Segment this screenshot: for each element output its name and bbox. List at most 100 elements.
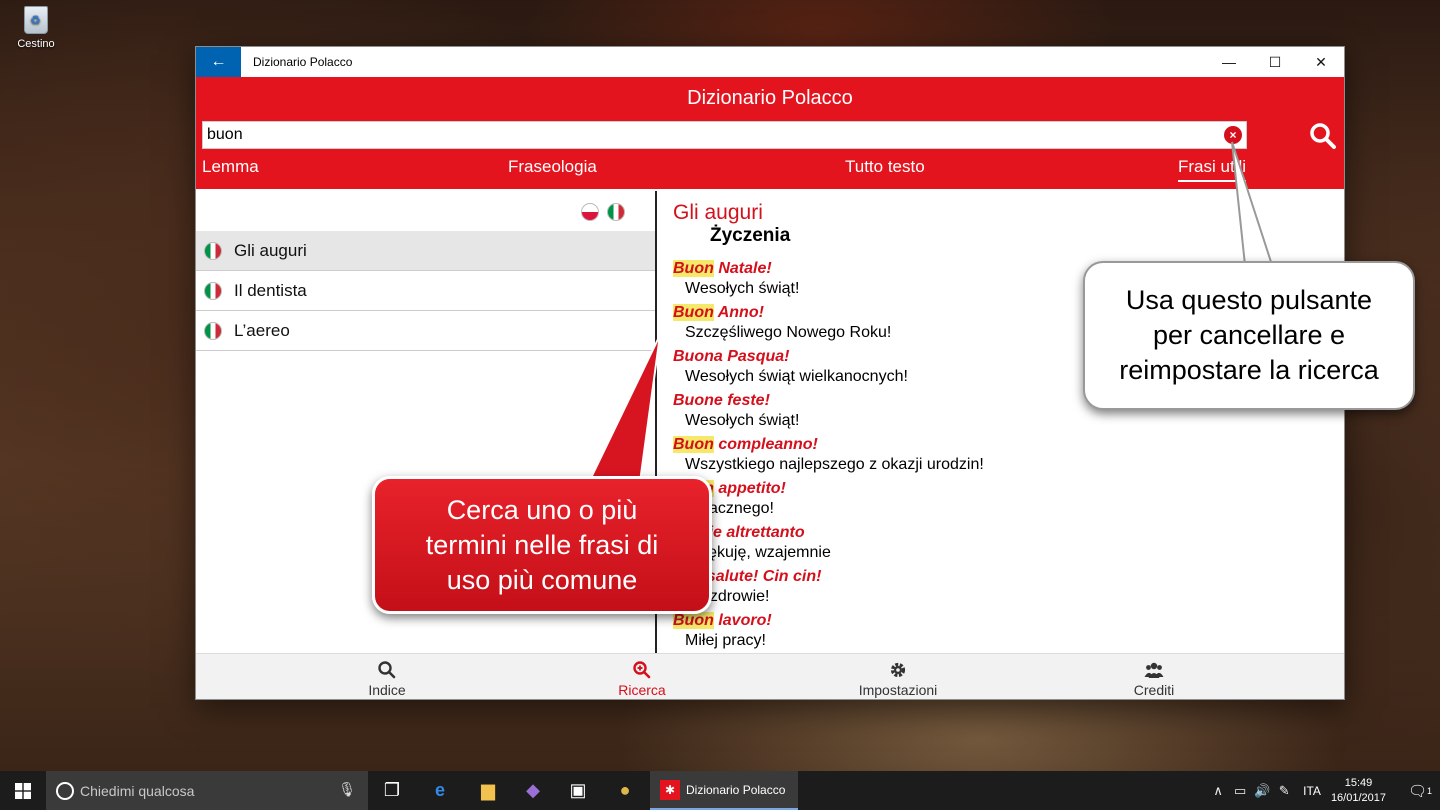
folder-icon: ▆ <box>481 780 495 800</box>
back-button[interactable]: ← <box>196 47 241 77</box>
nav-crediti[interactable]: Crediti <box>1074 654 1234 699</box>
nav-label: Ricerca <box>618 682 666 698</box>
phrase-italian: Alla salute! Cin cin! <box>673 567 1344 587</box>
notification-count: 1 <box>1427 785 1433 796</box>
callout-line: Usa questo pulsante <box>1125 285 1373 315</box>
search-match-highlight: Buon <box>673 612 714 629</box>
tab-fraseologia[interactable]: Fraseologia <box>508 157 597 180</box>
polish-flag-icon[interactable] <box>581 203 599 221</box>
nav-label: Indice <box>368 682 406 698</box>
bottom-navigation: Indice Ricerca Impostazioni Crediti <box>196 653 1344 699</box>
close-button[interactable]: ✕ <box>1298 47 1344 77</box>
phrase-polish: Wesołych świąt! <box>685 412 800 429</box>
tab-tutto-testo[interactable]: Tutto testo <box>845 157 925 180</box>
task-view-icon: ❐ <box>383 780 401 800</box>
callout-line: termini nelle frasi di <box>425 530 659 560</box>
taskbar-app-label: Dizionario Polacco <box>686 782 786 797</box>
taskbar-active-app[interactable]: ✱ Dizionario Polacco <box>650 771 798 810</box>
nav-impostazioni[interactable]: Impostazioni <box>818 654 978 699</box>
phrase-italian-text: appetito! <box>713 480 786 497</box>
phrase-italian-text: lavoro! <box>713 612 772 629</box>
gear-icon <box>890 662 906 678</box>
phrase-italian: Grazie altrettanto <box>673 523 1344 543</box>
callout-line: per cancellare e <box>1152 320 1346 350</box>
search-match-highlight: Buon <box>673 304 714 321</box>
search-icon <box>378 661 396 679</box>
app-header: Dizionario Polacco × Lemma Fraseologia T… <box>196 77 1344 189</box>
arrow-left-icon: ← <box>210 53 227 70</box>
phrase-italian-text: Natale! <box>713 260 772 277</box>
callout-line: Cerca uno o più <box>446 495 638 525</box>
phrase-italian: Buon lavoro! <box>673 611 1344 631</box>
list-item[interactable]: Il dentista <box>196 271 655 311</box>
italian-flag-icon[interactable] <box>607 203 625 221</box>
store-button[interactable]: ▣ <box>554 771 602 810</box>
file-explorer-button[interactable]: ▆ <box>464 771 512 810</box>
phrase-italian: Buon appetito! <box>673 479 1344 499</box>
visual-studio-icon: ◆ <box>526 780 540 800</box>
search-icon <box>1310 123 1336 149</box>
window-title: Dizionario Polacco <box>253 55 353 69</box>
taskbar: Chiedimi qualcosa 🎙 ❐ e ▆ ◆ ▣ ● ✱ Dizion… <box>0 771 1440 810</box>
tab-frasi-utili[interactable]: Frasi utili <box>1178 157 1247 182</box>
callout-line: reimpostare la ricerca <box>1119 355 1379 385</box>
pinned-app-button[interactable]: ● <box>601 771 649 810</box>
clear-search-button[interactable]: × <box>1224 126 1242 144</box>
phrase-polish: Na zdrowie! <box>685 588 770 605</box>
system-tray: ∧ ▭ 🔊 ✎ ITA 15:49 16/01/2017 🗨 1 <box>1207 771 1440 810</box>
nav-indice[interactable]: Indice <box>307 654 467 699</box>
visual-studio-button[interactable]: ◆ <box>509 771 557 810</box>
list-item-label: L’aereo <box>234 320 290 340</box>
list-item[interactable]: L’aereo <box>196 311 655 351</box>
cortana-placeholder: Chiedimi qualcosa <box>80 782 195 799</box>
people-icon <box>1144 662 1164 678</box>
phrase-italian-text: Buone feste! <box>673 392 770 409</box>
phrase-entry: Buon compleanno! Wszystkiego najlepszego … <box>673 435 1344 475</box>
cortana-search-box[interactable]: Chiedimi qualcosa 🎙 <box>46 771 368 810</box>
italian-flag-icon <box>204 282 222 300</box>
store-icon: ▣ <box>569 780 587 800</box>
clock-date: 16/01/2017 <box>1330 791 1386 804</box>
phrase-entry: Buon appetito!Smacznego! <box>673 479 1344 519</box>
clear-button-callout: Usa questo pulsante per cancellare e rei… <box>1083 261 1415 410</box>
start-button[interactable] <box>0 771 46 810</box>
clock[interactable]: 15:49 16/01/2017 <box>1331 776 1386 806</box>
phrase-italian-text: Buona Pasqua! <box>673 348 790 365</box>
cortana-icon <box>56 781 74 800</box>
volume-icon[interactable]: 🔊 <box>1251 783 1273 799</box>
tab-lemma[interactable]: Lemma <box>202 157 259 180</box>
list-item[interactable]: Gli auguri <box>196 231 655 271</box>
task-view-button[interactable]: ❐ <box>368 771 416 810</box>
callout-line: uso più comune <box>446 565 638 595</box>
topic-title-italian: Gli auguri <box>673 201 763 224</box>
edge-button[interactable]: e <box>416 771 464 810</box>
search-box: × <box>202 121 1247 149</box>
phrase-polish: Smacznego! <box>685 500 774 517</box>
phrase-polish: Wszystkiego najlepszego z okazji urodzin… <box>685 456 984 473</box>
recycle-bin-shortcut[interactable]: Cestino <box>12 6 60 50</box>
search-match-highlight: Buon <box>673 260 714 277</box>
maximize-button[interactable]: ☐ <box>1252 47 1298 77</box>
minimize-button[interactable]: — <box>1206 47 1252 77</box>
search-match-highlight: Buon <box>673 436 714 453</box>
phrase-entry: Grazie altrettanto Dziękuję, wzajemnie <box>673 523 1344 563</box>
search-input[interactable] <box>203 122 1246 148</box>
network-icon[interactable]: ▭ <box>1229 783 1251 799</box>
language-indicator[interactable]: ITA <box>1303 784 1321 798</box>
chevron-up-icon[interactable]: ∧ <box>1207 783 1229 799</box>
close-icon: × <box>1229 128 1237 142</box>
phrase-entry: Buon lavoro! Miłej pracy! <box>673 611 1344 651</box>
windows-logo-icon <box>15 782 31 799</box>
list-item-label: Il dentista <box>234 280 307 300</box>
microphone-icon[interactable]: 🎙 <box>338 781 356 798</box>
italian-flag-icon <box>204 322 222 340</box>
pen-icon[interactable]: ✎ <box>1273 783 1295 799</box>
search-button[interactable] <box>1308 121 1338 151</box>
notification-center-button[interactable]: 🗨 1 <box>1400 771 1440 810</box>
recycle-bin-label: Cestino <box>17 38 55 50</box>
edge-icon: e <box>434 780 445 800</box>
nav-ricerca[interactable]: Ricerca <box>562 654 722 699</box>
phrase-italian-text: Anno! <box>713 304 764 321</box>
search-mode-tabs: Lemma Fraseologia Tutto testo Frasi util… <box>196 157 1344 185</box>
title-bar: ← Dizionario Polacco — ☐ ✕ <box>196 47 1344 77</box>
